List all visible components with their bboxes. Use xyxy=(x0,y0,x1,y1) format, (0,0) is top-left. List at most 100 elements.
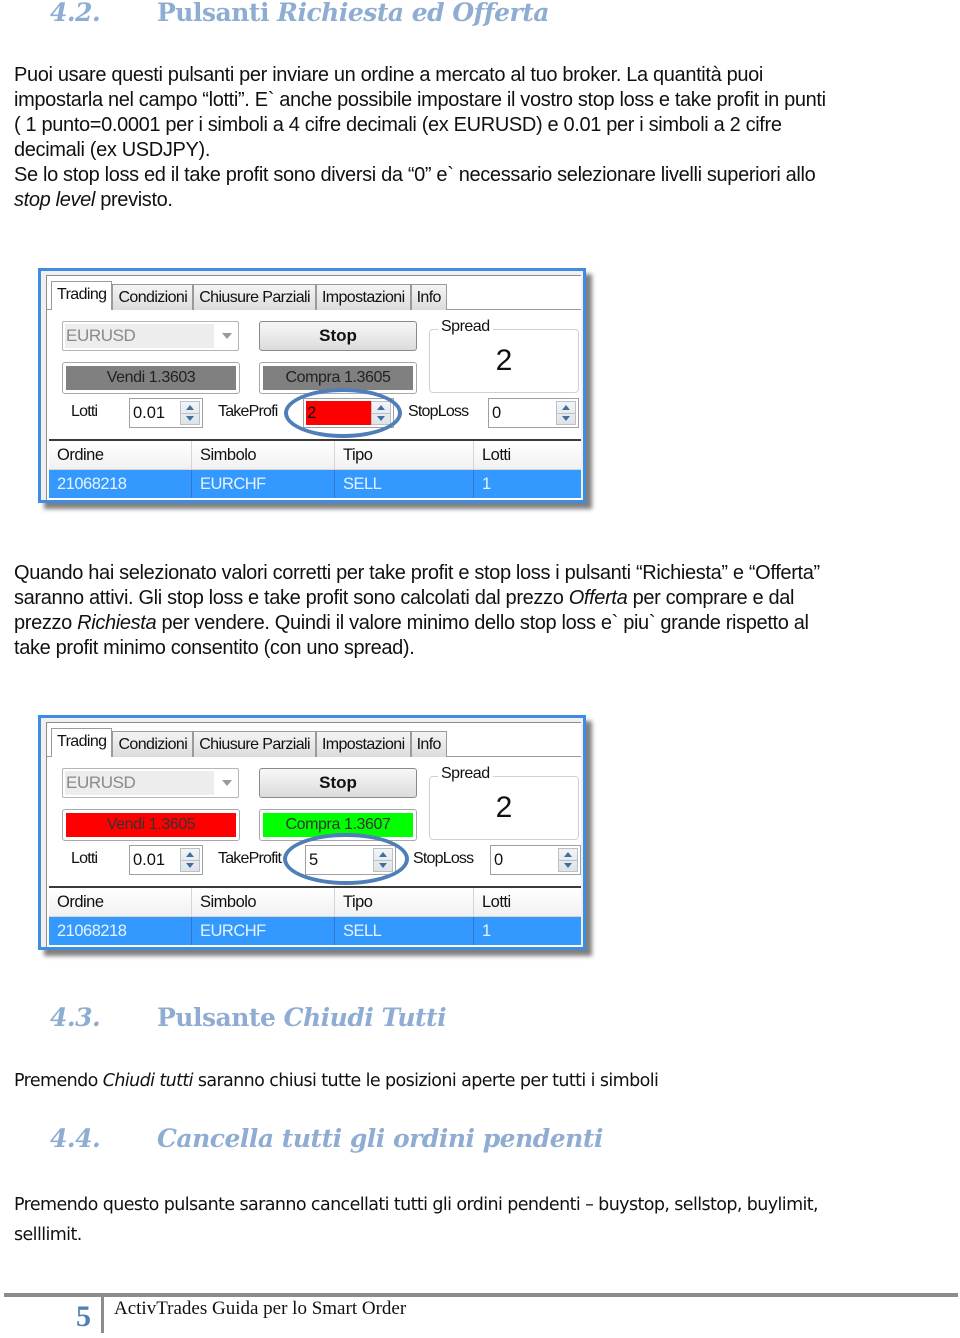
stoploss-label: StopLoss xyxy=(413,850,474,867)
tab-impostazioni[interactable]: Impostazioni xyxy=(315,731,411,757)
tab-condizioni[interactable]: Condizioni xyxy=(112,731,194,757)
heading-text-italic: Cancella tutti gli ordini pendenti xyxy=(157,1124,603,1153)
paragraph-cancella-ordini: Premendo questo pulsante saranno cancell… xyxy=(14,1190,949,1250)
stoploss-stepper[interactable]: 0 xyxy=(488,398,579,428)
stop-button[interactable]: Stop xyxy=(259,321,417,351)
tab-chiusure-parziali[interactable]: Chiusure Parziali xyxy=(193,284,316,310)
tab-info[interactable]: Info xyxy=(410,284,447,310)
text-line: take profit minimo consentito (con uno s… xyxy=(14,637,415,659)
text-line: Puoi usare questi pulsanti per inviare u… xyxy=(14,64,763,86)
column-header-lotti[interactable]: Lotti xyxy=(474,441,594,469)
arrow-up-icon[interactable] xyxy=(186,405,194,410)
section-number: 4.4. xyxy=(50,1124,101,1153)
section-heading-4-3: 4.3. Pulsante Chiudi Tutti xyxy=(50,1003,447,1032)
column-header-simbolo[interactable]: Simbolo xyxy=(192,441,335,469)
sell-label: Vendi 1.3605 xyxy=(66,813,236,837)
arrow-up-icon[interactable] xyxy=(186,852,194,857)
app-screenshot-2: Trading Condizioni Chiusure Parziali Imp… xyxy=(38,715,592,956)
text-line: Quando hai selezionato valori corretti p… xyxy=(14,562,820,584)
text-span: per vendere. Quindi il valore minimo del… xyxy=(156,612,809,634)
paragraph-intro: Puoi usare questi pulsanti per inviare u… xyxy=(14,63,949,213)
arrow-up-icon[interactable] xyxy=(562,405,570,410)
spread-label: Spread xyxy=(438,765,493,783)
lots-value: 0.01 xyxy=(133,404,166,422)
text-span: per comprare e dal xyxy=(627,587,795,609)
grid-header: Ordine Simbolo Tipo Lotti xyxy=(49,441,581,470)
buy-label: Compra 1.3605 xyxy=(263,366,413,390)
lots-value: 0.01 xyxy=(133,851,166,869)
orders-grid: Ordine Simbolo Tipo Lotti 21068218 EURCH… xyxy=(49,886,581,947)
cell-simbolo: EURCHF xyxy=(192,917,335,945)
highlight-ellipse xyxy=(284,388,402,438)
spread-groupbox: Spread 2 xyxy=(429,765,579,840)
stepper-arrows[interactable] xyxy=(180,848,200,872)
tab-info[interactable]: Info xyxy=(410,731,447,757)
tab-bar: Trading Condizioni Chiusure Parziali Imp… xyxy=(51,281,447,310)
cell-lotti: 1 xyxy=(482,922,491,940)
sell-button[interactable]: Vendi 1.3605 xyxy=(62,809,240,841)
table-row[interactable]: 21068218 EURCHF SELL 1 xyxy=(49,470,581,498)
italic-term: Richiesta xyxy=(77,612,157,634)
text-span: prezzo xyxy=(14,612,78,634)
arrow-up-icon[interactable] xyxy=(564,852,572,857)
sell-button[interactable]: Vendi 1.3603 xyxy=(62,362,240,394)
chevron-down-icon[interactable] xyxy=(222,780,232,786)
tab-impostazioni[interactable]: Impostazioni xyxy=(315,284,411,310)
text-span: Premendo xyxy=(14,1071,103,1091)
tab-trading[interactable]: Trading xyxy=(51,281,113,310)
text-line: saranno attivi. Gli stop loss e take pro… xyxy=(14,586,949,611)
italic-term: Offerta xyxy=(568,587,628,609)
heading-text: Pulsante xyxy=(157,1003,284,1032)
arrow-down-icon[interactable] xyxy=(564,863,572,868)
section-number: 4.2. xyxy=(50,0,101,27)
column-header-simbolo[interactable]: Simbolo xyxy=(192,888,335,916)
stepper-arrows[interactable] xyxy=(558,848,578,872)
arrow-down-icon[interactable] xyxy=(186,863,194,868)
section-number: 4.3. xyxy=(50,1003,101,1032)
column-header-ordine[interactable]: Ordine xyxy=(49,888,192,916)
orders-grid: Ordine Simbolo Tipo Lotti 21068218 EURCH… xyxy=(49,439,581,500)
chevron-down-icon[interactable] xyxy=(222,333,232,339)
lots-stepper[interactable]: 0.01 xyxy=(129,845,203,875)
lots-label: Lotti xyxy=(71,850,98,867)
spread-value: 2 xyxy=(495,344,513,377)
tab-trading[interactable]: Trading xyxy=(51,728,113,757)
column-header-tipo[interactable]: Tipo xyxy=(335,888,474,916)
window-content: Trading Condizioni Chiusure Parziali Imp… xyxy=(46,275,581,500)
text-span: saranno chiusi tutte le posizioni aperte… xyxy=(192,1071,659,1091)
cell-ordine: 21068218 xyxy=(49,917,192,945)
stepper-arrows[interactable] xyxy=(180,401,200,425)
table-row[interactable]: 21068218 EURCHF SELL 1 xyxy=(49,917,581,945)
lots-stepper[interactable]: 0.01 xyxy=(129,398,203,428)
text-line: selllimit. xyxy=(14,1225,82,1245)
tab-chiusure-parziali[interactable]: Chiusure Parziali xyxy=(193,731,316,757)
symbol-combobox[interactable]: EURUSD xyxy=(62,321,239,351)
symbol-combobox[interactable]: EURUSD xyxy=(62,768,239,798)
cell-simbolo: EURCHF xyxy=(192,470,335,498)
tab-condizioni[interactable]: Condizioni xyxy=(112,284,194,310)
spread-groupbox: Spread 2 xyxy=(429,318,579,393)
paragraph-chiudi-tutti: Premendo Chiudi tutti saranno chiusi tut… xyxy=(14,1069,949,1094)
spread-label: Spread xyxy=(438,318,493,336)
stoploss-stepper[interactable]: 0 xyxy=(490,845,581,875)
arrow-down-icon[interactable] xyxy=(562,416,570,421)
footer-title: ActivTrades Guida per lo Smart Order xyxy=(114,1298,407,1319)
cell-ordine: 21068218 xyxy=(49,470,192,498)
column-header-tipo[interactable]: Tipo xyxy=(335,441,474,469)
window-content: Trading Condizioni Chiusure Parziali Imp… xyxy=(46,722,581,947)
symbol-value: EURUSD xyxy=(65,324,214,348)
stepper-arrows[interactable] xyxy=(556,401,576,425)
stop-button[interactable]: Stop xyxy=(259,768,417,798)
text-line: prezzo Richiesta per vendere. Quindi il … xyxy=(14,611,949,636)
text-line: decimali (ex USDJPY). xyxy=(14,139,211,161)
cell-tipo: SELL xyxy=(335,917,474,945)
takeprofit-label: TakeProfit xyxy=(218,850,282,867)
column-header-lotti[interactable]: Lotti xyxy=(474,888,594,916)
cell-lotti: 1 xyxy=(482,475,491,493)
column-header-ordine[interactable]: Ordine xyxy=(49,441,192,469)
section-heading-4-4: 4.4. Cancella tutti gli ordini pendenti xyxy=(50,1124,603,1153)
arrow-down-icon[interactable] xyxy=(186,416,194,421)
text-line: Premendo questo pulsante saranno cancell… xyxy=(14,1195,819,1215)
spread-value: 2 xyxy=(495,791,513,824)
paragraph-explanation: Quando hai selezionato valori corretti p… xyxy=(14,561,949,661)
